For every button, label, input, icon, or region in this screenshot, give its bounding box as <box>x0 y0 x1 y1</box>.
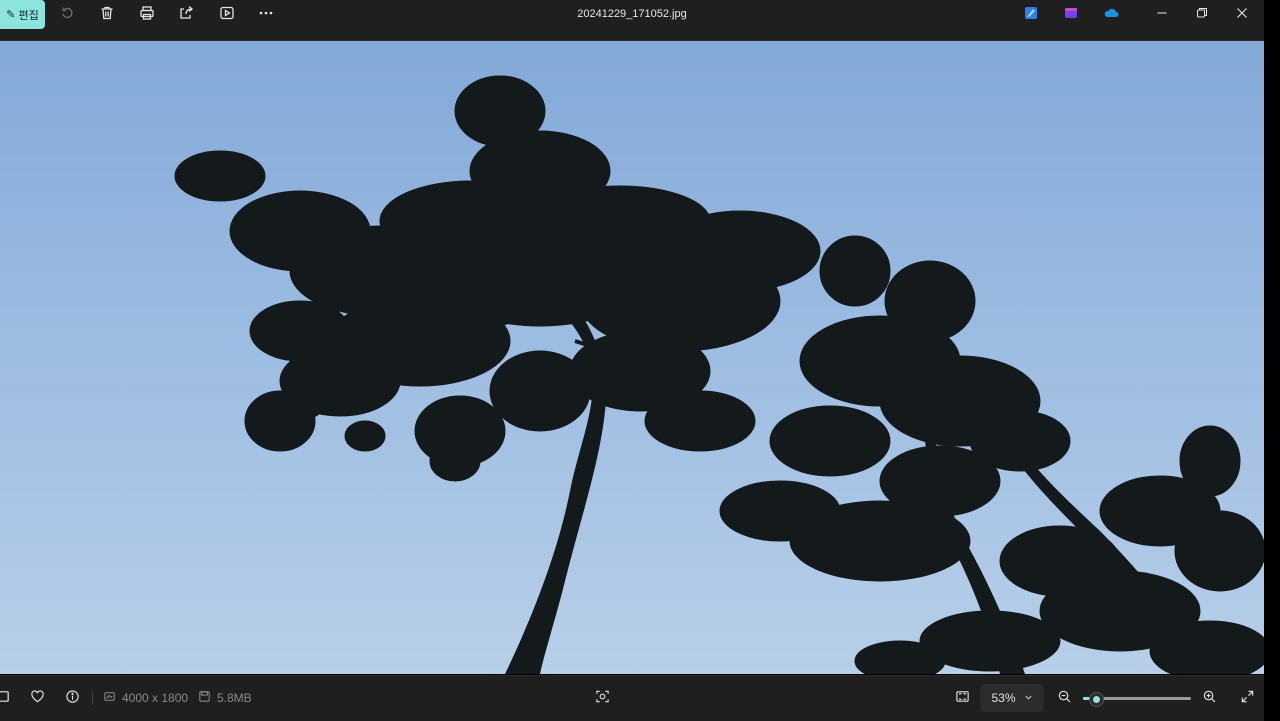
zoom-in-icon <box>1202 689 1217 709</box>
close-button[interactable] <box>1222 0 1262 29</box>
designer-button[interactable] <box>1018 5 1044 25</box>
print-icon <box>139 5 155 26</box>
onedrive-icon <box>1103 5 1119 26</box>
restore-button[interactable] <box>1182 0 1222 29</box>
designer-icon <box>1023 5 1039 26</box>
more-icon <box>258 5 274 26</box>
zoom-out-icon <box>1057 689 1072 709</box>
rotate-button[interactable] <box>54 5 80 25</box>
minimize-button[interactable] <box>1142 0 1182 29</box>
zoom-dropdown[interactable]: 53% <box>980 684 1044 712</box>
zoom-out-button[interactable] <box>1053 688 1075 710</box>
dimensions-icon-wrap <box>98 688 120 710</box>
visual-search-button[interactable] <box>591 688 613 710</box>
filmstrip-icon <box>0 689 11 709</box>
edit-button[interactable]: ✎ 편집 <box>0 0 45 29</box>
favorite-button[interactable] <box>26 688 48 710</box>
divider <box>92 691 93 705</box>
file-size-icon-wrap <box>193 688 215 710</box>
clipchamp-button[interactable] <box>1058 5 1084 25</box>
edit-icon: ✎ <box>6 9 16 21</box>
dimensions-icon <box>102 689 117 709</box>
more-button[interactable] <box>253 5 279 25</box>
image-canvas[interactable] <box>0 41 1264 674</box>
rotate-icon <box>59 5 75 26</box>
window-edge <box>1264 0 1280 720</box>
minimize-icon <box>1156 6 1168 24</box>
share-button[interactable] <box>173 5 199 25</box>
close-icon <box>1236 6 1248 24</box>
slideshow-icon <box>219 5 235 26</box>
fit-window-icon <box>955 689 970 709</box>
onedrive-button[interactable] <box>1098 5 1124 25</box>
restore-icon <box>1196 6 1208 24</box>
top-toolbar: ✎ 편집 20241229_171052.jpg <box>0 0 1264 41</box>
zoom-in-button[interactable] <box>1198 688 1220 710</box>
print-button[interactable] <box>134 5 160 25</box>
info-button[interactable] <box>61 688 83 710</box>
expand-icon <box>1240 689 1255 709</box>
photo-tree-silhouette <box>174 75 1264 674</box>
zoom-slider[interactable] <box>1083 692 1191 707</box>
delete-button[interactable] <box>94 5 120 25</box>
heart-icon <box>30 689 45 709</box>
filmstrip-button[interactable] <box>0 688 14 710</box>
clipchamp-icon <box>1063 5 1079 26</box>
save-disk-icon <box>197 689 212 709</box>
fullscreen-button[interactable] <box>1236 688 1258 710</box>
slideshow-button[interactable] <box>214 5 240 25</box>
visual-search-icon <box>595 689 610 709</box>
status-bar: 4000 x 1800 5.8MB 53% <box>0 675 1264 721</box>
zoom-level: 53% <box>991 691 1016 705</box>
delete-icon <box>99 5 115 26</box>
zoom-slider-thumb[interactable] <box>1088 692 1104 707</box>
chevron-down-icon <box>1024 691 1033 705</box>
edit-label: 편집 <box>18 9 39 22</box>
share-icon <box>178 5 194 26</box>
fit-to-window-button[interactable] <box>951 688 973 710</box>
file-size: 5.8MB <box>217 691 252 705</box>
info-icon <box>65 689 80 709</box>
image-dimensions: 4000 x 1800 <box>122 691 189 705</box>
